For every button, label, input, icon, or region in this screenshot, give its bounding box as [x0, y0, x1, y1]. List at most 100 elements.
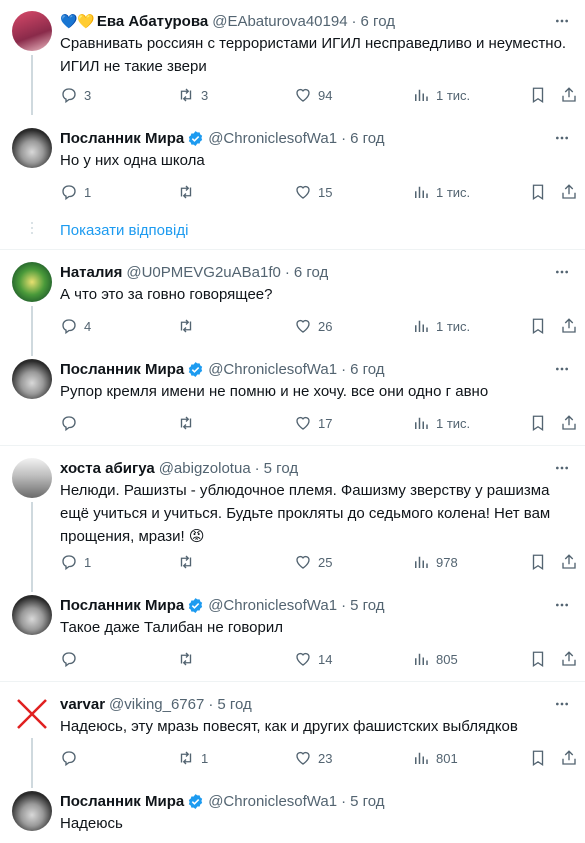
tweet[interactable]: Посланник Мира @ChroniclesofWa1 · 5 год … [0, 791, 585, 841]
author-name[interactable]: Посланник Мира [60, 597, 184, 614]
author-handle[interactable]: @ChroniclesofWa1 [208, 130, 337, 147]
like-button[interactable]: 15 [294, 182, 332, 202]
views-button[interactable]: 1 тис. [412, 413, 470, 433]
bookmark-icon [532, 554, 544, 571]
share-button[interactable] [560, 316, 578, 336]
more-icon[interactable] [553, 696, 571, 712]
tweet[interactable]: 💙💛 Ева Абатурова @EAbaturova40194 · 6 го… [0, 11, 585, 115]
reply-button[interactable]: 3 [60, 85, 91, 105]
avatar[interactable] [12, 262, 52, 302]
tweet[interactable]: Наталия @U0PMEVG2uABa1f0 · 6 год А что э… [0, 262, 585, 356]
avatar[interactable] [12, 11, 52, 51]
tweet[interactable]: хоста абигуа @abigzolotua · 5 год Нелюди… [0, 458, 585, 592]
reply-button[interactable]: 4 [60, 316, 91, 336]
reply-button[interactable]: 1 [60, 182, 91, 202]
avatar[interactable] [12, 791, 52, 831]
retweet-button[interactable] [177, 316, 201, 336]
author-name[interactable]: varvar [60, 696, 105, 713]
reply-button[interactable] [60, 649, 84, 669]
bookmark-button[interactable] [529, 413, 547, 433]
separator-dot: · [351, 12, 357, 30]
views-button[interactable]: 1 тис. [412, 182, 470, 202]
tweet[interactable]: Посланник Мира @ChroniclesofWa1 · 6 год … [0, 359, 585, 439]
views-button[interactable]: 978 [412, 552, 458, 572]
author-handle[interactable]: @ChroniclesofWa1 [208, 793, 337, 810]
reply-button[interactable] [60, 413, 84, 433]
author-handle[interactable]: @ChroniclesofWa1 [208, 361, 337, 378]
like-button[interactable]: 94 [294, 85, 332, 105]
bookmark-button[interactable] [529, 748, 547, 768]
reply-button[interactable]: 1 [60, 552, 91, 572]
verified-badge-icon [189, 361, 203, 377]
author-handle[interactable]: @abigzolotua [159, 460, 251, 477]
more-icon[interactable] [553, 130, 571, 146]
retweet-button[interactable]: 3 [177, 85, 208, 105]
bookmark-button[interactable] [529, 85, 547, 105]
views-button[interactable]: 1 тис. [412, 85, 470, 105]
share-button[interactable] [560, 182, 578, 202]
retweet-button[interactable] [177, 182, 201, 202]
retweet-button[interactable] [177, 649, 201, 669]
tweet[interactable]: varvar @viking_6767 · 5 год Надеюсь, эту… [0, 694, 585, 788]
author-handle[interactable]: @EAbaturova40194 [212, 13, 347, 30]
bookmark-icon [532, 750, 544, 767]
like-button[interactable]: 14 [294, 649, 332, 669]
show-replies-link[interactable]: Показати відповіді [60, 222, 188, 239]
like-count: 94 [318, 87, 333, 103]
reply-count: 4 [84, 318, 92, 334]
bookmark-button[interactable] [529, 182, 547, 202]
divider [0, 249, 585, 250]
timestamp[interactable]: 5 год [350, 793, 384, 810]
avatar[interactable] [12, 359, 52, 399]
share-button[interactable] [560, 413, 578, 433]
author-name[interactable]: Посланник Мира [60, 130, 184, 147]
timestamp[interactable]: 6 год [350, 361, 384, 378]
like-button[interactable]: 17 [294, 413, 332, 433]
views-button[interactable]: 801 [412, 748, 458, 768]
author-handle[interactable]: @viking_6767 [109, 696, 204, 713]
share-button[interactable] [560, 748, 578, 768]
retweet-button[interactable]: 1 [177, 748, 208, 768]
author-handle[interactable]: @U0PMEVG2uABa1f0 [126, 264, 280, 281]
bookmark-icon [532, 651, 544, 668]
bookmark-button[interactable] [529, 316, 547, 336]
share-button[interactable] [560, 552, 578, 572]
retweet-button[interactable] [177, 413, 201, 433]
like-count: 14 [318, 651, 333, 667]
timestamp[interactable]: 5 год [217, 696, 251, 713]
more-icon[interactable] [553, 597, 571, 613]
author-name[interactable]: Наталия [60, 264, 122, 281]
more-icon[interactable] [553, 264, 571, 280]
like-button[interactable]: 23 [294, 748, 332, 768]
like-button[interactable]: 26 [294, 316, 332, 336]
more-icon[interactable] [553, 361, 571, 377]
timestamp[interactable]: 5 год [350, 597, 384, 614]
bookmark-button[interactable] [529, 552, 547, 572]
views-button[interactable]: 1 тис. [412, 316, 470, 336]
author-name[interactable]: Ева Абатурова [97, 13, 208, 30]
retweet-button[interactable] [177, 552, 201, 572]
timestamp[interactable]: 6 год [294, 264, 328, 281]
like-button[interactable]: 25 [294, 552, 332, 572]
avatar[interactable] [12, 128, 52, 168]
share-button[interactable] [560, 649, 578, 669]
timestamp[interactable]: 6 год [361, 13, 395, 30]
bookmark-button[interactable] [529, 649, 547, 669]
reply-button[interactable] [60, 748, 84, 768]
tweet[interactable]: Посланник Мира @ChroniclesofWa1 · 5 год … [0, 595, 585, 675]
author-handle[interactable]: @ChroniclesofWa1 [208, 597, 337, 614]
author-name[interactable]: Посланник Мира [60, 361, 184, 378]
more-icon[interactable] [553, 460, 571, 476]
tweet[interactable]: Посланник Мира @ChroniclesofWa1 · 6 год … [0, 128, 585, 218]
more-icon[interactable] [553, 13, 571, 29]
views-button[interactable]: 805 [412, 649, 458, 669]
avatar[interactable] [12, 458, 52, 498]
timestamp[interactable]: 6 год [350, 130, 384, 147]
thread-line [31, 306, 33, 356]
author-name[interactable]: хоста абигуа [60, 460, 155, 477]
timestamp[interactable]: 5 год [264, 460, 298, 477]
avatar[interactable] [12, 694, 52, 734]
author-name[interactable]: Посланник Мира [60, 793, 184, 810]
share-button[interactable] [560, 85, 578, 105]
avatar[interactable] [12, 595, 52, 635]
